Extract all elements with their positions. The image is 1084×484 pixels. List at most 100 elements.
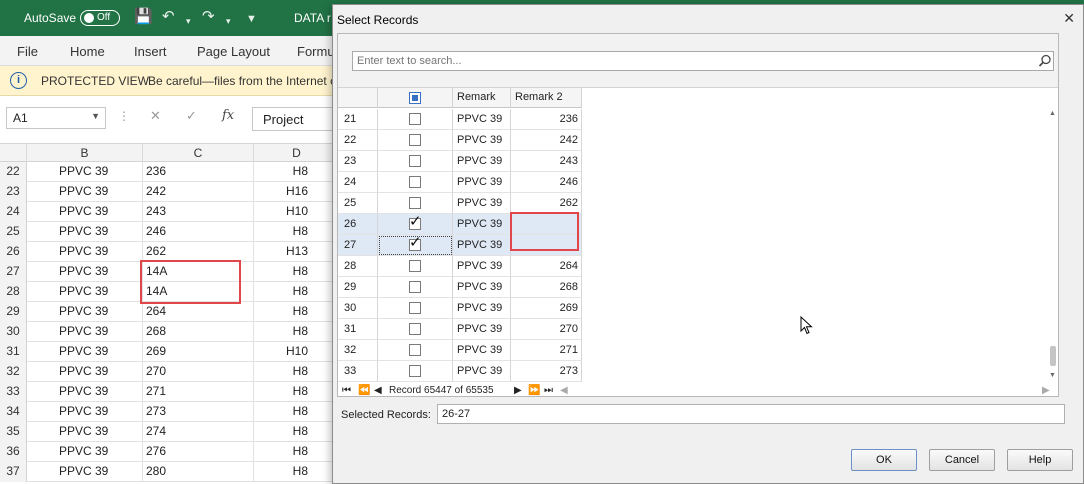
row-header[interactable]: 29 bbox=[0, 302, 27, 322]
cell-d[interactable]: H8 bbox=[254, 442, 340, 462]
remark-2-cell[interactable]: 243 bbox=[511, 151, 582, 172]
row-checkbox[interactable] bbox=[409, 176, 421, 188]
cell-d[interactable]: H8 bbox=[254, 402, 340, 422]
remark-2-cell[interactable]: 236 bbox=[511, 109, 582, 130]
cell-c[interactable]: 268 bbox=[143, 322, 254, 342]
row-checkbox[interactable] bbox=[409, 212, 422, 232]
cell-b[interactable]: PPVC 39 bbox=[27, 462, 143, 482]
remark-cell[interactable]: PPVC 39 bbox=[453, 277, 511, 298]
cell-c[interactable]: 274 bbox=[143, 422, 254, 442]
cell-d[interactable]: H8 bbox=[254, 362, 340, 382]
cell-d[interactable]: H8 bbox=[254, 222, 340, 242]
cell-d[interactable]: H8 bbox=[254, 422, 340, 442]
column-header-b[interactable]: B bbox=[27, 144, 143, 162]
cell-b[interactable]: PPVC 39 bbox=[27, 242, 143, 262]
selected-records-field[interactable]: 26-27 bbox=[437, 404, 1065, 424]
name-box[interactable]: A1 ▼ bbox=[6, 107, 106, 129]
cell-c[interactable]: 273 bbox=[143, 402, 254, 422]
select-cell[interactable] bbox=[378, 151, 453, 172]
cell-d[interactable]: H8 bbox=[254, 282, 340, 302]
row-header[interactable]: 26 bbox=[0, 242, 27, 262]
column-header-remark[interactable]: Remark bbox=[453, 88, 511, 108]
close-icon[interactable]: ✕ bbox=[1063, 10, 1075, 27]
enter-icon[interactable]: ✓ bbox=[186, 108, 197, 124]
row-header[interactable]: 22 bbox=[0, 162, 27, 182]
cell-b[interactable]: PPVC 39 bbox=[27, 322, 143, 342]
cell-c[interactable]: 236 bbox=[143, 162, 254, 182]
remark-cell[interactable]: PPVC 39 bbox=[453, 109, 511, 130]
row-header[interactable]: 37 bbox=[0, 462, 27, 482]
cell-b[interactable]: PPVC 39 bbox=[27, 182, 143, 202]
cell-b[interactable]: PPVC 39 bbox=[27, 362, 143, 382]
cell-d[interactable]: H8 bbox=[254, 382, 340, 402]
cell-d[interactable]: H10 bbox=[254, 342, 340, 362]
select-cell[interactable] bbox=[378, 130, 453, 151]
formula-input[interactable]: Project bbox=[252, 107, 342, 131]
select-cell[interactable] bbox=[378, 361, 453, 382]
cell-c[interactable]: 271 bbox=[143, 382, 254, 402]
redo-icon[interactable]: ↷ bbox=[202, 9, 215, 25]
table-row[interactable]: 31 PPVC 39 270 bbox=[338, 319, 582, 340]
previous-page-icon[interactable]: ⏪ bbox=[358, 385, 370, 396]
scroll-thumb[interactable] bbox=[1050, 346, 1056, 366]
vertical-scrollbar[interactable]: ▲ ▼ bbox=[1048, 108, 1058, 384]
cell-b[interactable]: PPVC 39 bbox=[27, 202, 143, 222]
row-header[interactable]: 28 bbox=[0, 282, 27, 302]
undo-dropdown-icon[interactable]: ▾ bbox=[186, 13, 191, 29]
remark-cell[interactable]: PPVC 39 bbox=[453, 172, 511, 193]
table-row[interactable]: 30 PPVC 39 269 bbox=[338, 298, 582, 319]
scroll-down-icon[interactable]: ▼ bbox=[1049, 372, 1056, 379]
cell-b[interactable]: PPVC 39 bbox=[27, 262, 143, 282]
remark-2-cell[interactable]: 270 bbox=[511, 319, 582, 340]
tab-file[interactable]: File bbox=[17, 44, 38, 59]
row-header[interactable]: 32 bbox=[0, 362, 27, 382]
scroll-up-icon[interactable]: ▲ bbox=[1049, 110, 1056, 117]
search-icon[interactable] bbox=[1038, 54, 1052, 68]
select-cell[interactable] bbox=[378, 212, 453, 235]
row-checkbox[interactable] bbox=[409, 113, 421, 125]
remark-2-cell[interactable]: 264 bbox=[511, 256, 582, 277]
cell-b[interactable]: PPVC 39 bbox=[27, 382, 143, 402]
row-header[interactable]: 25 bbox=[0, 222, 27, 242]
row-header[interactable]: 31 bbox=[0, 342, 27, 362]
cell-d[interactable]: H10 bbox=[254, 202, 340, 222]
ok-button[interactable]: OK bbox=[851, 449, 917, 471]
cell-c[interactable]: 262 bbox=[143, 242, 254, 262]
cell-b[interactable]: PPVC 39 bbox=[27, 422, 143, 442]
select-cell[interactable] bbox=[378, 172, 453, 193]
select-all-checkbox[interactable] bbox=[409, 92, 421, 104]
save-icon[interactable]: 💾 bbox=[134, 9, 153, 25]
cell-d[interactable]: H16 bbox=[254, 182, 340, 202]
cell-b[interactable]: PPVC 39 bbox=[27, 162, 143, 182]
redo-dropdown-icon[interactable]: ▾ bbox=[226, 13, 231, 29]
search-input[interactable] bbox=[352, 51, 1054, 71]
cell-c[interactable]: 242 bbox=[143, 182, 254, 202]
cell-d[interactable]: H8 bbox=[254, 322, 340, 342]
remark-cell[interactable]: PPVC 39 bbox=[453, 340, 511, 361]
table-row[interactable]: 33 PPVC 39 273 bbox=[338, 361, 582, 382]
cancel-button[interactable]: Cancel bbox=[929, 449, 995, 471]
cell-b[interactable]: PPVC 39 bbox=[27, 402, 143, 422]
tab-formulas[interactable]: Formu bbox=[297, 44, 335, 59]
table-row[interactable]: 21 PPVC 39 236 bbox=[338, 109, 582, 130]
cell-d[interactable]: H8 bbox=[254, 462, 340, 482]
remark-2-cell[interactable]: 242 bbox=[511, 130, 582, 151]
scroll-right-icon[interactable]: ▶ bbox=[1042, 385, 1050, 396]
cell-c[interactable]: 264 bbox=[143, 302, 254, 322]
remark-cell[interactable]: PPVC 39 bbox=[453, 256, 511, 277]
remark-cell[interactable]: PPVC 39 bbox=[453, 319, 511, 340]
cell-d[interactable]: H8 bbox=[254, 262, 340, 282]
table-row[interactable]: 25 PPVC 39 262 bbox=[338, 193, 582, 214]
remark-2-cell[interactable]: 268 bbox=[511, 277, 582, 298]
select-cell[interactable] bbox=[378, 319, 453, 340]
row-checkbox[interactable] bbox=[409, 260, 421, 272]
select-cell[interactable] bbox=[378, 340, 453, 361]
select-cell[interactable] bbox=[378, 277, 453, 298]
scroll-left-icon[interactable]: ◀ bbox=[560, 385, 568, 396]
help-button[interactable]: Help bbox=[1007, 449, 1073, 471]
remark-2-cell[interactable]: 269 bbox=[511, 298, 582, 319]
cell-b[interactable]: PPVC 39 bbox=[27, 442, 143, 462]
column-header-c[interactable]: C bbox=[143, 144, 254, 162]
undo-icon[interactable]: ↶ bbox=[162, 9, 175, 25]
cancel-icon[interactable]: ✕ bbox=[150, 108, 161, 124]
